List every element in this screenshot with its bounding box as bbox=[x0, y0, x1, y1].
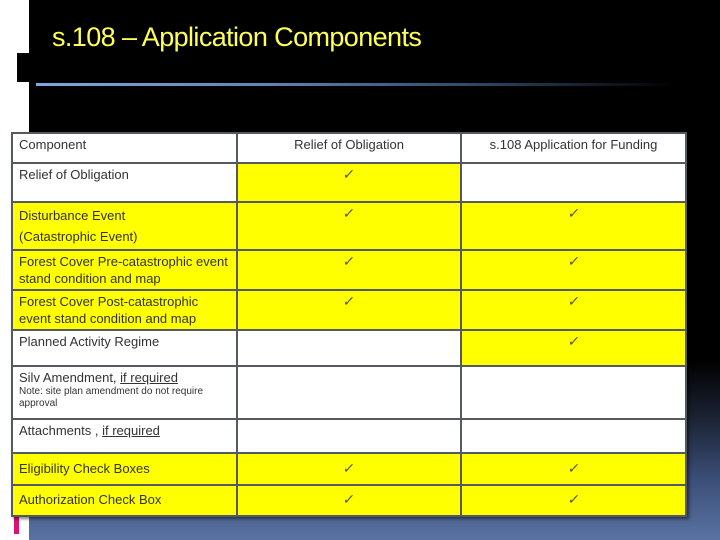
funding-cell bbox=[460, 418, 687, 454]
header-component: Component bbox=[11, 132, 238, 164]
slide-title: s.108 – Application Components bbox=[52, 22, 422, 52]
component-cell: Eligibility Check Boxes bbox=[11, 452, 238, 486]
check-icon: ✓ bbox=[566, 205, 581, 221]
header-application-for-funding: s.108 Application for Funding bbox=[460, 132, 687, 164]
table-row: Forest Cover Post-catastrophic event sta… bbox=[11, 289, 687, 331]
check-icon: ✓ bbox=[566, 293, 581, 309]
relief-cell bbox=[236, 365, 462, 420]
funding-cell: ✓ bbox=[460, 249, 687, 291]
check-icon: ✓ bbox=[566, 491, 581, 507]
component-label: Disturbance Event bbox=[19, 208, 126, 223]
component-cell: Relief of Obligation bbox=[11, 162, 238, 203]
title-divider bbox=[36, 83, 676, 86]
table-row: Authorization Check Box ✓ ✓ bbox=[11, 484, 687, 517]
components-table: Component Relief of Obligation s.108 App… bbox=[11, 132, 687, 517]
component-cell: Authorization Check Box bbox=[11, 484, 238, 517]
relief-cell: ✓ bbox=[236, 289, 462, 331]
component-cell: Disturbance Event (Catastrophic Event) bbox=[11, 201, 238, 251]
component-label: Silv Amendment, bbox=[19, 370, 121, 385]
relief-cell: ✓ bbox=[236, 162, 462, 203]
relief-cell: ✓ bbox=[236, 201, 462, 251]
relief-cell: ✓ bbox=[236, 484, 462, 517]
check-icon: ✓ bbox=[566, 460, 581, 476]
component-label: Attachments , bbox=[19, 423, 103, 438]
relief-cell: ✓ bbox=[236, 452, 462, 486]
table-row: Disturbance Event (Catastrophic Event) ✓… bbox=[11, 201, 687, 251]
funding-cell: ✓ bbox=[460, 201, 687, 251]
component-label: Relief of Obligation bbox=[19, 167, 129, 182]
component-label: Eligibility Check Boxes bbox=[19, 461, 150, 476]
if-required-label: if required bbox=[120, 370, 178, 385]
funding-cell: ✓ bbox=[460, 329, 687, 367]
relief-cell bbox=[236, 329, 462, 367]
component-note: Note: site plan amendment do not require… bbox=[19, 386, 203, 409]
check-icon: ✓ bbox=[342, 491, 357, 507]
funding-cell bbox=[460, 365, 687, 420]
check-icon: ✓ bbox=[566, 253, 581, 269]
table-row: Forest Cover Pre-catastrophic event stan… bbox=[11, 249, 687, 291]
component-label: Forest Cover Post-catastrophic event sta… bbox=[19, 294, 199, 326]
component-cell: Forest Cover Pre-catastrophic event stan… bbox=[11, 249, 238, 291]
check-icon: ✓ bbox=[342, 460, 357, 476]
component-label-line2: (Catastrophic Event) bbox=[19, 229, 138, 244]
funding-cell: ✓ bbox=[460, 289, 687, 331]
funding-cell: ✓ bbox=[460, 452, 687, 486]
relief-cell: ✓ bbox=[236, 249, 462, 291]
header-relief-of-obligation: Relief of Obligation bbox=[236, 132, 462, 164]
check-icon: ✓ bbox=[342, 293, 357, 309]
table-header-row: Component Relief of Obligation s.108 App… bbox=[11, 132, 687, 164]
component-cell: Attachments , if required bbox=[11, 418, 238, 454]
side-decoration-block bbox=[17, 53, 29, 82]
table-row: Attachments , if required bbox=[11, 418, 687, 454]
component-label: Planned Activity Regime bbox=[19, 334, 160, 349]
table-row: Silv Amendment, if required Note: site p… bbox=[11, 365, 687, 420]
check-icon: ✓ bbox=[566, 333, 581, 349]
check-icon: ✓ bbox=[342, 166, 357, 182]
component-label: Authorization Check Box bbox=[19, 492, 162, 507]
relief-cell bbox=[236, 418, 462, 454]
table-row: Planned Activity Regime ✓ bbox=[11, 329, 687, 367]
funding-cell bbox=[460, 162, 687, 203]
component-cell: Planned Activity Regime bbox=[11, 329, 238, 367]
check-icon: ✓ bbox=[342, 205, 357, 221]
component-label: Forest Cover Pre-catastrophic event stan… bbox=[19, 254, 228, 286]
component-cell: Silv Amendment, if required Note: site p… bbox=[11, 365, 238, 420]
funding-cell: ✓ bbox=[460, 484, 687, 517]
component-cell: Forest Cover Post-catastrophic event sta… bbox=[11, 289, 238, 331]
table-row: Eligibility Check Boxes ✓ ✓ bbox=[11, 452, 687, 486]
check-icon: ✓ bbox=[342, 253, 357, 269]
if-required-label: if required bbox=[102, 423, 160, 438]
table-row: Relief of Obligation ✓ bbox=[11, 162, 687, 203]
